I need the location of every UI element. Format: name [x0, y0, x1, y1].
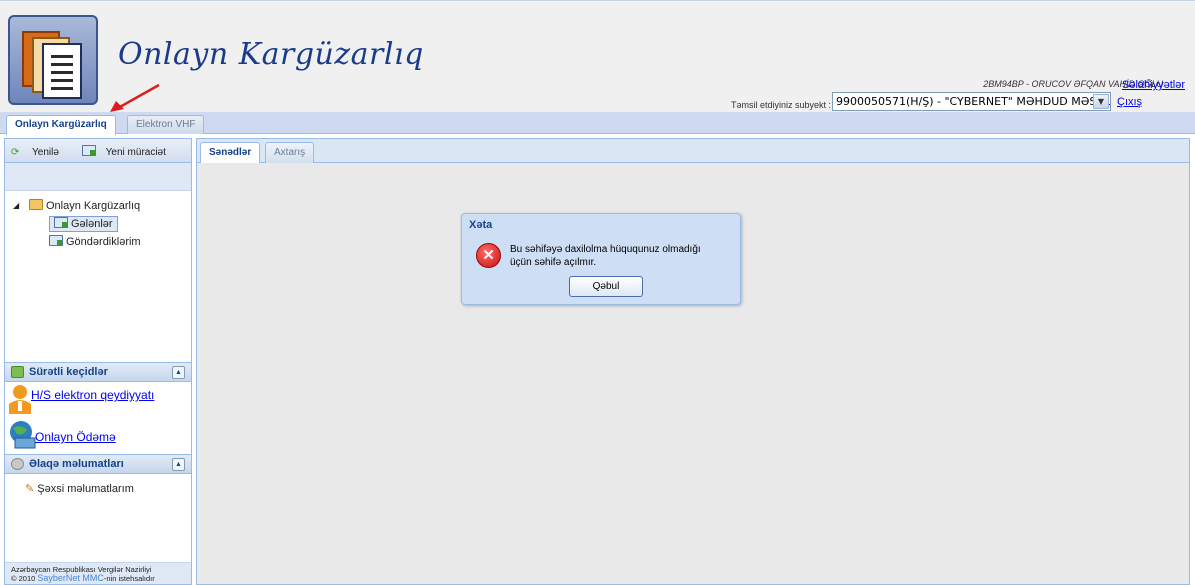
tab-label: Onlayn Kargüzarlıq — [15, 119, 107, 130]
tree-item-sent[interactable]: Göndərdiklərim — [13, 233, 191, 251]
ok-button[interactable]: Qəbul — [569, 276, 643, 297]
document-icon — [49, 235, 63, 246]
tab-label: Sənədlər — [209, 147, 252, 158]
new-request-button[interactable]: Yeni müraciət — [81, 145, 176, 158]
footer: Azərbaycan Respublikası Vergilər Nazirli… — [5, 562, 191, 584]
exit-link[interactable]: Çıxış — [1117, 96, 1142, 108]
content-tab-strip: Sənədlər Axtarış — [197, 139, 1189, 163]
registration-link[interactable]: H/S elektron qeydiyyatı — [31, 388, 154, 402]
footer-suffix: -nin istehsalıdır — [103, 574, 155, 583]
subject-select[interactable]: 9900050571(H/Ş) - "CYBERNET" MƏHDUD MƏSU… — [832, 92, 1111, 111]
tab-documents[interactable]: Sənədlər — [200, 142, 261, 163]
quick-links-header[interactable]: Sürətli keçidlər ▲ — [5, 362, 191, 382]
annotation-arrow-icon — [110, 83, 160, 112]
new-document-icon — [81, 145, 96, 156]
sidebar: ⟳ Yenilə Yeni müraciət ◢ Onlayn Kargüzar… — [4, 138, 192, 585]
tab-label: Elektron VHF — [136, 119, 196, 130]
subject-select-value: 9900050571(H/Ş) - "CYBERNET" MƏHDUD MƏSU… — [836, 95, 1111, 108]
sidebar-toolbar: ⟳ Yenilə Yeni müraciət — [5, 139, 191, 163]
main-tab-strip: Onlayn Kargüzarlıq Elektron VHF — [0, 112, 1195, 135]
folder-tree: ◢ Onlayn Kargüzarlıq Gələnlər Göndərdikl… — [5, 191, 191, 362]
dialog-title: Xəta — [469, 219, 493, 231]
gear-icon — [11, 458, 24, 470]
collapse-triangle-icon[interactable]: ◢ — [13, 197, 19, 215]
refresh-label: Yenilə — [32, 147, 59, 158]
user-edit-icon: ✎ — [25, 483, 35, 495]
error-icon: ✕ — [476, 243, 501, 268]
quick-links-icon — [11, 366, 24, 378]
tree-root-label: Onlayn Kargüzarlıq — [46, 200, 141, 212]
tree-item-label: Gələnlər — [71, 218, 113, 230]
contact-list: ✎ Şəxsi məlumatlarım — [5, 474, 191, 498]
sidebar-spacer — [5, 163, 191, 191]
new-request-label: Yeni müraciət — [105, 147, 166, 158]
dialog-body: ✕ Bu səhifəyə daxilolma hüququnuz olmadı… — [468, 235, 734, 298]
app-title: Onlayn Kargüzarlıq — [118, 37, 424, 72]
personal-info-label: Şəxsi məlumatlarım — [37, 483, 134, 495]
quick-link-payment[interactable]: Onlayn Ödəmə — [5, 418, 191, 454]
document-icon — [54, 217, 68, 228]
tab-onlayn-karguzarliq[interactable]: Onlayn Kargüzarlıq — [6, 115, 116, 135]
tree-item-label: Göndərdiklərim — [66, 236, 141, 248]
footer-brand: SayberNet MMC — [37, 573, 104, 583]
app-header: Onlayn Kargüzarlıq 2BM94BP - ORUCOV ƏFQA… — [0, 0, 1195, 112]
content-panel: Sənədlər Axtarış — [196, 138, 1190, 585]
chevron-down-icon[interactable]: ▼ — [1093, 94, 1109, 109]
error-message: Bu səhifəyə daxilolma hüququnuz olmadığı… — [510, 244, 701, 268]
refresh-button[interactable]: ⟳ Yenilə — [11, 147, 72, 158]
quick-link-registration[interactable]: H/S elektron qeydiyyatı — [5, 382, 191, 418]
tab-elektron-vhf[interactable]: Elektron VHF — [127, 115, 205, 134]
permissions-link[interactable]: Səlahiyyətlər — [1122, 79, 1185, 91]
error-dialog: Xəta ✕ Bu səhifəyə daxilolma hüququnuz o… — [461, 213, 741, 305]
footer-copyright: © 2010 — [11, 574, 36, 583]
tab-search[interactable]: Axtarış — [265, 142, 315, 163]
subject-label: Təmsil etdiyiniz subyekt : — [731, 100, 832, 110]
payment-link[interactable]: Onlayn Ödəmə — [35, 430, 116, 444]
tree-item-incoming[interactable]: Gələnlər — [13, 215, 191, 233]
app-logo-icon — [8, 15, 98, 105]
tree-root[interactable]: ◢ Onlayn Kargüzarlıq — [13, 197, 191, 215]
refresh-icon: ⟳ — [11, 147, 20, 158]
contact-title: Əlaqə məlumatları — [29, 458, 124, 470]
collapse-panel-icon[interactable]: ▲ — [172, 366, 185, 379]
quick-links-title: Sürətli keçidlər — [29, 366, 108, 378]
collapse-panel-icon[interactable]: ▲ — [172, 458, 185, 471]
tab-label: Axtarış — [274, 147, 306, 158]
folder-icon — [29, 199, 43, 210]
personal-info-item[interactable]: ✎ Şəxsi məlumatlarım — [25, 480, 191, 498]
contact-header[interactable]: Əlaqə məlumatları ▲ — [5, 454, 191, 474]
